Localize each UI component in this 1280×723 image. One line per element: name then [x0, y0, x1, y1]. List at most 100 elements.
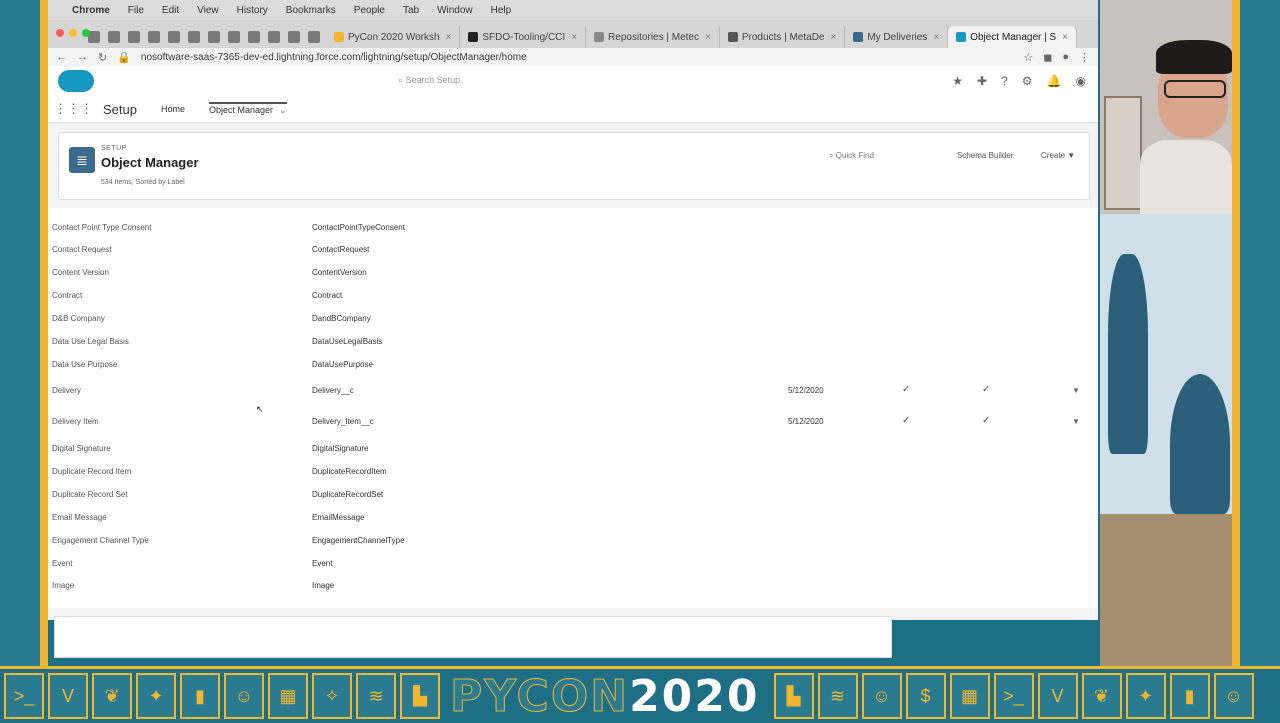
pinned-tab-icon[interactable] [208, 31, 220, 43]
object-api-name: ContactRequest [312, 245, 370, 254]
notifications-icon[interactable]: 🔔 [1047, 74, 1062, 88]
app-name: Setup [103, 101, 137, 117]
pinned-tab-icon[interactable] [108, 31, 120, 43]
address-bar: ← → ↻ 🔒 nosoftware-saas-7365-dev-ed.ligh… [48, 48, 1098, 66]
menubar-item[interactable]: Edit [162, 5, 179, 16]
menubar-item[interactable]: File [128, 5, 144, 16]
banner-tile-leaf-icon: ❦ [92, 673, 132, 719]
chevron-down-icon[interactable]: ⌄ [279, 105, 287, 115]
wordmark-year: 2020 [629, 670, 760, 722]
close-window-button[interactable] [56, 29, 64, 37]
last-modified-date: 5/12/2020 [788, 417, 824, 426]
pinned-tab-icon[interactable] [188, 31, 200, 43]
quick-find-input[interactable]: ⌕ Quick Find [829, 151, 874, 161]
app-launcher-icon[interactable]: ⋮⋮⋮ [54, 101, 93, 117]
object-label-link[interactable]: Duplicate Record Item [52, 467, 131, 476]
menubar-item[interactable]: History [237, 5, 268, 16]
object-label-link[interactable]: Digital Signature [52, 444, 111, 453]
browser-tab[interactable]: Object Manager | S × [948, 26, 1078, 48]
object-label-link[interactable]: Contract [52, 291, 82, 300]
object-label-link[interactable]: Contact Request [52, 245, 112, 254]
banner-tile-robot-icon: ☺ [1213, 673, 1254, 719]
help-icon[interactable]: ? [1001, 74, 1008, 88]
browser-tab[interactable]: My Deliveries × [845, 26, 949, 48]
row-actions-menu-button[interactable]: ▼ [1072, 386, 1080, 395]
object-label-link[interactable]: D&B Company [52, 314, 105, 323]
browser-tab[interactable]: Products | MetaDe × [720, 26, 846, 48]
bookmark-star-icon[interactable]: ☆ [1023, 51, 1033, 64]
banner-tile-grid-icon: ▦ [949, 673, 990, 719]
menubar-item[interactable]: Help [491, 5, 512, 16]
back-icon[interactable]: ← [56, 51, 67, 63]
browser-tab[interactable]: SFDO-Tooling/CCI × [460, 26, 587, 48]
object-label-link[interactable]: Contact Point Type Consent [52, 223, 151, 232]
tab-object-manager[interactable]: Object Manager ⌄ [209, 102, 287, 116]
object-label-link[interactable]: Email Message [52, 513, 107, 522]
pinned-tab-icon[interactable] [248, 31, 260, 43]
close-tab-icon[interactable]: × [830, 32, 836, 43]
browser-tab[interactable]: PyCon 2020 Worksh × [326, 26, 461, 48]
deployed-check-icon: ✓ [982, 415, 991, 426]
profile-icon[interactable]: ● [1062, 51, 1069, 63]
tab-label: SFDO-Tooling/CCI [482, 31, 566, 43]
tab-label: Object Manager | S [970, 31, 1057, 43]
row-actions-menu-button[interactable]: ▼ [1072, 417, 1080, 426]
reload-icon[interactable]: ↻ [98, 51, 107, 64]
object-label-link[interactable]: Event [52, 559, 72, 568]
create-menu-button[interactable]: Create ▼ [1041, 151, 1075, 160]
object-label-link[interactable]: Content Version [52, 268, 109, 277]
close-tab-icon[interactable]: × [933, 32, 939, 43]
object-label-link[interactable]: Delivery [52, 386, 81, 395]
menubar-item[interactable]: View [197, 5, 219, 16]
pinned-tab-icon[interactable] [268, 31, 280, 43]
banner-tile-wave-icon: ≋ [817, 673, 858, 719]
tab-favicon-icon [853, 32, 864, 42]
maximize-window-button[interactable] [82, 29, 90, 37]
object-label-link[interactable]: Duplicate Record Set [52, 490, 128, 499]
menubar-item[interactable]: Bookmarks [286, 5, 336, 16]
close-tab-icon[interactable]: × [446, 32, 452, 43]
tab-favicon-icon [956, 32, 967, 42]
search-setup-input[interactable]: ⌕ Search Setup [398, 75, 460, 86]
last-modified-date: 5/12/2020 [788, 386, 824, 395]
gear-icon[interactable]: ⚙ [1022, 74, 1033, 88]
menubar-item[interactable]: Chrome [72, 5, 110, 16]
mouse-pointer-icon: ↖ [256, 404, 264, 414]
favorites-icon[interactable]: ★ [952, 74, 963, 88]
close-tab-icon[interactable]: × [705, 32, 711, 43]
close-tab-icon[interactable]: × [571, 32, 577, 43]
url-field[interactable]: nosoftware-saas-7365-dev-ed.lightning.fo… [141, 52, 1013, 63]
objects-table: Contact Point Type Consent ContactPointTy… [48, 208, 1098, 608]
forward-icon[interactable]: → [77, 51, 88, 63]
menubar-item[interactable]: Window [437, 5, 473, 16]
menubar-item[interactable]: Tab [403, 5, 419, 16]
pinned-tab-icon[interactable] [128, 31, 140, 43]
webcam-presenter [1100, 0, 1232, 214]
browser-window: Chrome File Edit View History Bookmarks People… [48, 0, 1098, 620]
object-label-link[interactable]: Data Use Legal Basis [52, 337, 129, 346]
object-label-link[interactable]: Delivery Item [52, 417, 99, 426]
browser-tab[interactable]: Repositories | Metec × [586, 26, 720, 48]
pinned-tab-icon[interactable] [288, 31, 300, 43]
pinned-tab-icon[interactable] [228, 31, 240, 43]
add-icon[interactable]: ✚ [977, 74, 987, 88]
menu-kebab-icon[interactable]: ⋮ [1079, 51, 1090, 64]
pinned-tab-icon[interactable] [148, 31, 160, 43]
minimize-window-button[interactable] [69, 29, 77, 37]
wordmark-pycon: PYCON [449, 670, 630, 722]
object-label-link[interactable]: Engagement Channel Type [52, 536, 149, 545]
avatar[interactable]: ◉ [1076, 74, 1086, 88]
extension-icon[interactable]: ◼ [1043, 51, 1052, 64]
menubar-item[interactable]: People [354, 5, 385, 16]
object-label-link[interactable]: Data Use Purpose [52, 360, 117, 369]
tab-home[interactable]: Home [161, 104, 185, 114]
schema-builder-button[interactable]: Schema Builder [957, 151, 1013, 160]
close-tab-icon[interactable]: × [1062, 32, 1068, 43]
search-icon: ⌕ [398, 75, 404, 85]
pinned-tab-icon[interactable] [168, 31, 180, 43]
tab-object-manager-label: Object Manager [209, 105, 274, 115]
pinned-tab-icon[interactable] [308, 31, 320, 43]
object-api-name: DuplicateRecordItem [312, 467, 387, 476]
lock-icon: 🔒 [117, 51, 131, 64]
object-label-link[interactable]: Image [52, 581, 74, 590]
